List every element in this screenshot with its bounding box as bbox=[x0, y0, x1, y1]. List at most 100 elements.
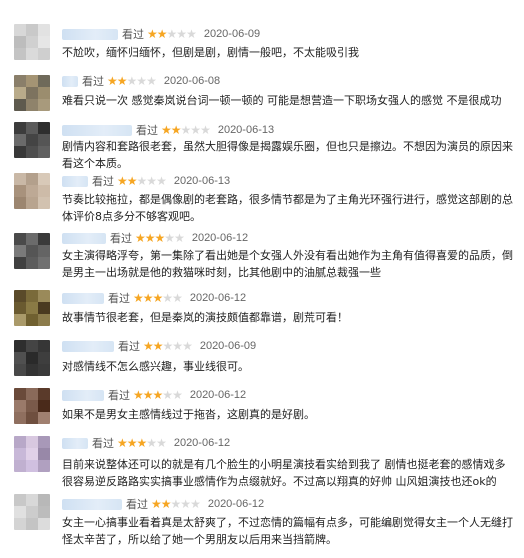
watched-label: 看过 bbox=[126, 499, 148, 511]
review-text: 故事情节很老套，但是秦岚的演技颇值都靠谱，剧荒可看！ bbox=[62, 311, 348, 324]
review-item: 看过 ★ ★ ★ ★ ★ 2020-06-13 节奏比较拖拉，都是偶像剧的老套路，很多情… bbox=[0, 166, 524, 228]
star-empty-icon: ★ bbox=[162, 339, 174, 353]
user-avatar[interactable] bbox=[14, 436, 50, 472]
review-text: 难看只说一次 感觉秦岚说台词一顿一顿的 可能是想营造一下职场女强人的感觉 不是很… bbox=[62, 94, 502, 107]
star-empty-icon: ★ bbox=[170, 497, 182, 511]
username-blurred[interactable] bbox=[62, 28, 118, 40]
watched-label: 看过 bbox=[122, 29, 144, 41]
star-filled-icon: ★ bbox=[133, 388, 144, 402]
review-item: 看过 ★ ★ ★ ★ ★ 2020-06-12 目前来说整体还可以的就是有几个脸生的小明… bbox=[0, 432, 524, 492]
user-avatar[interactable] bbox=[14, 173, 50, 209]
username-blurred[interactable] bbox=[62, 232, 106, 244]
user-avatar[interactable] bbox=[14, 233, 50, 269]
star-filled-icon: ★ bbox=[135, 231, 146, 245]
user-avatar[interactable] bbox=[14, 340, 50, 376]
star-filled-icon: ★ bbox=[142, 291, 154, 305]
username-blurred[interactable] bbox=[62, 75, 78, 87]
star-filled-icon: ★ bbox=[152, 339, 164, 353]
star-empty-icon: ★ bbox=[190, 497, 201, 511]
review-date: 2020-06-08 bbox=[163, 75, 221, 87]
star-filled-icon: ★ bbox=[117, 436, 128, 450]
review-item: 看过 ★ ★ ★ ★ ★ 2020-06-12 女主一心搞事业看着真是太舒爽了，不过恋情… bbox=[0, 492, 524, 558]
review-meta: 看过 ★ ★ ★ ★ ★ 2020-06-13 bbox=[62, 173, 230, 189]
star-filled-icon: ★ bbox=[156, 27, 168, 41]
star-filled-icon: ★ bbox=[144, 231, 156, 245]
star-empty-icon: ★ bbox=[180, 497, 191, 511]
star-rating: ★ ★ ★ ★ ★ bbox=[161, 123, 211, 137]
star-filled-icon: ★ bbox=[116, 74, 128, 88]
watched-label: 看过 bbox=[118, 341, 140, 353]
user-avatar[interactable] bbox=[14, 122, 50, 158]
star-rating: ★ ★ ★ ★ ★ bbox=[117, 174, 167, 188]
star-filled-icon: ★ bbox=[152, 291, 164, 305]
star-empty-icon: ★ bbox=[146, 174, 157, 188]
user-avatar[interactable] bbox=[14, 24, 50, 60]
review-item: 看过 ★ ★ ★ ★ ★ 2020-06-12 如果不是男女主感情线过于拖沓，这剧真的是… bbox=[0, 384, 524, 432]
star-rating: ★ ★ ★ ★ ★ bbox=[147, 27, 197, 41]
watched-label: 看过 bbox=[108, 293, 130, 305]
star-filled-icon: ★ bbox=[117, 174, 128, 188]
user-avatar[interactable] bbox=[14, 75, 50, 111]
review-item: 看过 ★ ★ ★ ★ ★ 2020-06-09 不尬吹，缅怀归缅怀，但剧是剧，剧情一般吧… bbox=[0, 0, 524, 60]
star-filled-icon: ★ bbox=[152, 388, 164, 402]
star-rating: ★ ★ ★ ★ ★ bbox=[133, 291, 183, 305]
star-empty-icon: ★ bbox=[146, 74, 157, 88]
review-text: 女主演得略浮夸，第一集除了看出她是个女强人外没有看出她作为主角有值得喜爱的品质，… bbox=[62, 249, 513, 279]
review-date: 2020-06-12 bbox=[189, 292, 247, 304]
star-empty-icon: ★ bbox=[172, 388, 183, 402]
star-empty-icon: ★ bbox=[186, 27, 197, 41]
star-filled-icon: ★ bbox=[136, 436, 148, 450]
watched-label: 看过 bbox=[108, 390, 130, 402]
star-filled-icon: ★ bbox=[133, 291, 144, 305]
review-date: 2020-06-13 bbox=[217, 124, 275, 136]
star-empty-icon: ★ bbox=[174, 231, 185, 245]
review-item: 看过 ★ ★ ★ ★ ★ 2020-06-12 故事情节很老套，但是秦岚的演技颇值都靠谱… bbox=[0, 288, 524, 336]
star-filled-icon: ★ bbox=[142, 388, 154, 402]
star-empty-icon: ★ bbox=[190, 123, 201, 137]
star-empty-icon: ★ bbox=[176, 27, 187, 41]
star-filled-icon: ★ bbox=[170, 123, 182, 137]
username-blurred[interactable] bbox=[62, 340, 114, 352]
review-date: 2020-06-09 bbox=[203, 28, 261, 40]
user-avatar[interactable] bbox=[14, 388, 50, 424]
review-meta: 看过 ★ ★ ★ ★ ★ 2020-06-09 bbox=[62, 26, 260, 42]
star-empty-icon: ★ bbox=[162, 388, 173, 402]
username-blurred[interactable] bbox=[62, 498, 122, 510]
star-filled-icon: ★ bbox=[126, 436, 138, 450]
watched-label: 看过 bbox=[92, 438, 114, 450]
star-filled-icon: ★ bbox=[143, 339, 154, 353]
username-blurred[interactable] bbox=[62, 437, 88, 449]
review-meta: 看过 ★ ★ ★ ★ ★ 2020-06-12 bbox=[62, 290, 246, 306]
review-date: 2020-06-12 bbox=[189, 389, 247, 401]
star-empty-icon: ★ bbox=[156, 174, 167, 188]
star-filled-icon: ★ bbox=[161, 123, 172, 137]
review-date: 2020-06-12 bbox=[191, 232, 249, 244]
star-empty-icon: ★ bbox=[146, 436, 157, 450]
star-rating: ★ ★ ★ ★ ★ bbox=[117, 436, 167, 450]
review-meta: 看过 ★ ★ ★ ★ ★ 2020-06-08 bbox=[62, 73, 220, 89]
review-text: 女主一心搞事业看着真是太舒爽了，不过恋情的篇幅有点多，可能编剧觉得女主一个人无缝… bbox=[62, 516, 513, 546]
review-meta: 看过 ★ ★ ★ ★ ★ 2020-06-12 bbox=[62, 387, 246, 403]
user-avatar[interactable] bbox=[14, 290, 50, 326]
review-text: 目前来说整体还可以的就是有几个脸生的小明星演技看实给到我了 剧情也挺老套的感情戏… bbox=[62, 458, 506, 488]
username-blurred[interactable] bbox=[62, 389, 104, 401]
username-blurred[interactable] bbox=[62, 175, 88, 187]
star-filled-icon: ★ bbox=[151, 497, 162, 511]
watched-label: 看过 bbox=[136, 125, 158, 137]
star-rating: ★ ★ ★ ★ ★ bbox=[151, 497, 201, 511]
review-text: 对感情线不怎么感兴趣，事业线很可。 bbox=[62, 360, 249, 373]
star-rating: ★ ★ ★ ★ ★ bbox=[135, 231, 185, 245]
review-text: 节奏比较拖拉，都是偶像剧的老套路，很多情节都是为了主角光环强行进行，感觉这部剧的… bbox=[62, 193, 513, 223]
review-meta: 看过 ★ ★ ★ ★ ★ 2020-06-12 bbox=[62, 230, 248, 246]
review-date: 2020-06-12 bbox=[173, 437, 231, 449]
review-item: 看过 ★ ★ ★ ★ ★ 2020-06-12 女主演得略浮夸，第一集除了看出她是个女强… bbox=[0, 228, 524, 288]
user-avatar[interactable] bbox=[14, 494, 50, 530]
watched-label: 看过 bbox=[110, 233, 132, 245]
username-blurred[interactable] bbox=[62, 124, 132, 136]
review-list: 看过 ★ ★ ★ ★ ★ 2020-06-09 不尬吹，缅怀归缅怀，但剧是剧，剧情一般吧… bbox=[0, 0, 524, 558]
username-blurred[interactable] bbox=[62, 292, 104, 304]
watched-label: 看过 bbox=[82, 76, 104, 88]
review-text: 如果不是男女主感情线过于拖沓，这剧真的是好剧。 bbox=[62, 408, 315, 421]
star-empty-icon: ★ bbox=[180, 123, 192, 137]
star-rating: ★ ★ ★ ★ ★ bbox=[133, 388, 183, 402]
